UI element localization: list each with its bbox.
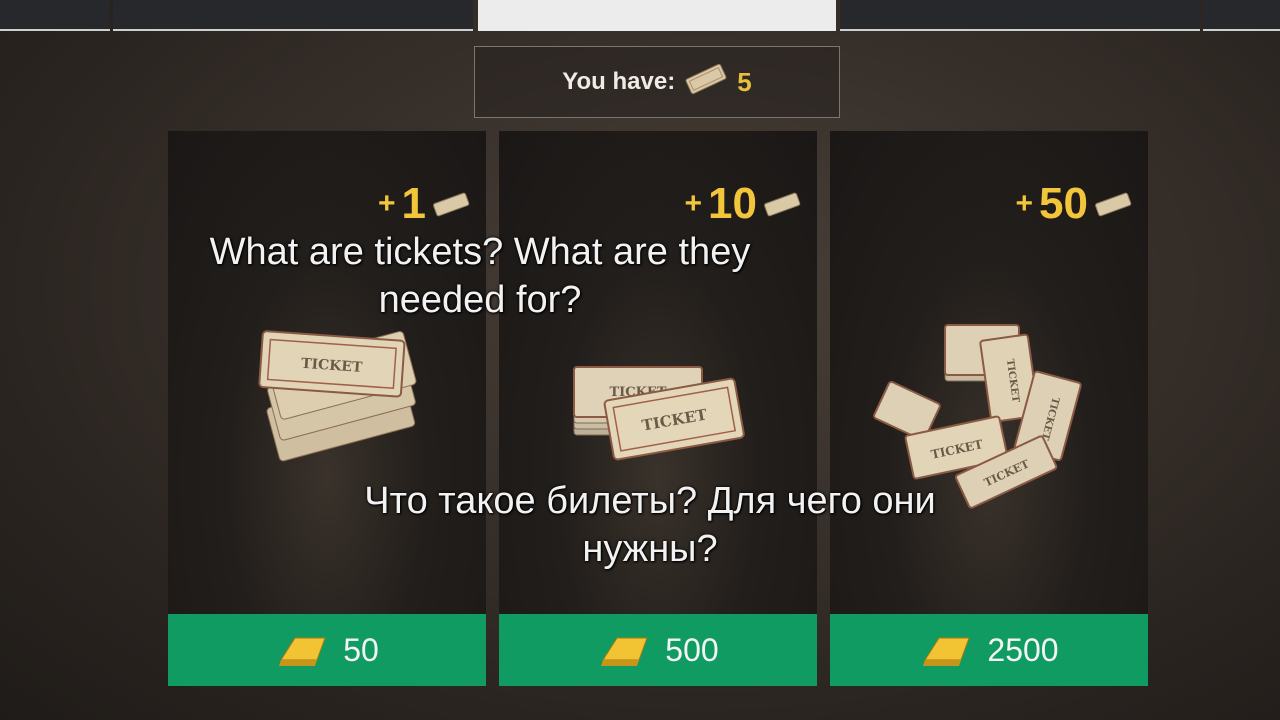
- pack-amount: + 10: [685, 179, 801, 229]
- plus-sign: +: [377, 187, 396, 220]
- price-value: 500: [665, 631, 719, 668]
- plus-sign: +: [1015, 187, 1034, 220]
- tab-4[interactable]: [840, 0, 1200, 31]
- russian-caption: Что такое билеты? Для чего они нужны?: [364, 480, 936, 570]
- gold-bar-icon: [279, 637, 326, 666]
- price-value: 50: [343, 631, 379, 668]
- pack-quantity: 10: [708, 179, 757, 228]
- tab-5[interactable]: [1203, 0, 1280, 31]
- ticket-pack-2[interactable]: + 10 TICKET TICKET 500: [499, 131, 817, 686]
- ticket-pack-1[interactable]: + 1 TICKET 50: [168, 131, 486, 686]
- ticket-icon: [433, 192, 470, 217]
- pack-amount: + 1: [378, 179, 470, 229]
- buy-button[interactable]: 50: [168, 614, 486, 686]
- price-value: 2500: [987, 631, 1059, 668]
- ticket-count: 5: [737, 66, 752, 97]
- gold-bar-icon: [601, 637, 649, 666]
- pack-quantity: 1: [401, 179, 426, 228]
- pack-quantity: 50: [1039, 179, 1088, 228]
- ticket-icon: [1095, 192, 1132, 217]
- ticket-icon: [764, 192, 801, 217]
- ticket-pack-3[interactable]: + 50 TICKET TICKET TICKET TICKET 2500: [830, 131, 1148, 686]
- ticket-balance: You have: 5: [474, 46, 840, 118]
- ticket-icon: [683, 62, 729, 103]
- tab-2[interactable]: [113, 0, 473, 31]
- buy-button[interactable]: 500: [499, 614, 817, 686]
- gold-bar-icon: [923, 637, 971, 666]
- pack-amount: + 50: [1016, 179, 1132, 229]
- tab-3-active[interactable]: [478, 0, 836, 31]
- plus-sign: +: [684, 187, 703, 220]
- you-have-label: You have:: [562, 68, 676, 95]
- buy-button[interactable]: 2500: [830, 614, 1148, 686]
- english-caption: What are tickets? What are they needed f…: [209, 231, 751, 321]
- tab-1[interactable]: [0, 0, 110, 31]
